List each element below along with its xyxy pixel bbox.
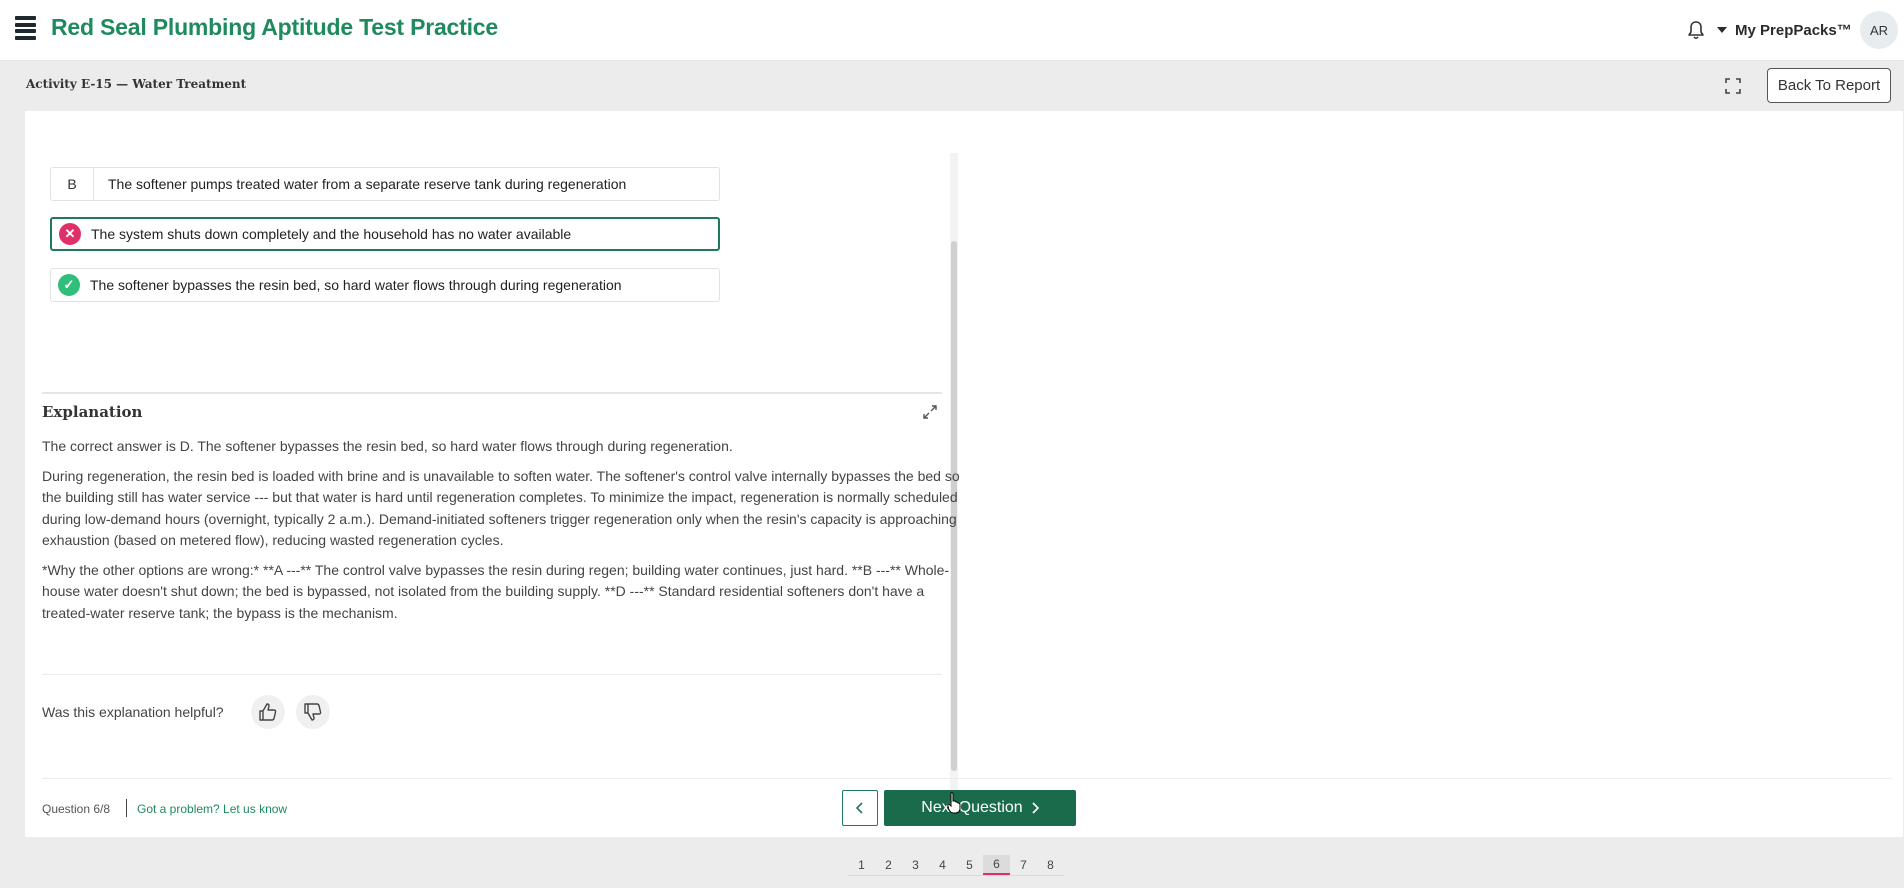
caret-down-icon [1717, 27, 1727, 33]
expand-icon[interactable] [922, 404, 938, 420]
helpful-label: Was this explanation helpful? [42, 704, 224, 720]
activity-title: Activity E-15 — Water Treatment [26, 77, 247, 91]
option-letter: B [51, 168, 94, 200]
page-4[interactable]: 4 [929, 855, 956, 875]
thumbs-down-button[interactable] [296, 695, 330, 729]
option-text: The softener pumps treated water from a … [108, 176, 627, 192]
thumbs-up-button[interactable] [251, 695, 285, 729]
previous-question-button[interactable] [842, 790, 878, 826]
report-problem-link[interactable]: Got a problem? Let us know [137, 802, 287, 816]
avatar[interactable]: AR [1860, 11, 1898, 49]
footer-divider [42, 778, 1892, 779]
option-text: The softener bypasses the resin bed, so … [90, 277, 622, 293]
my-preppacks-label: My PrepPacks™ [1735, 21, 1852, 39]
page-5[interactable]: 5 [956, 855, 983, 875]
question-count: Question 6/8 [42, 802, 111, 816]
page-6-active[interactable]: 6 [983, 855, 1010, 875]
explanation-paragraph: The correct answer is D. The softener by… [42, 438, 733, 454]
thumbs-up-icon [259, 703, 277, 721]
close-icon: ✕ [59, 223, 81, 245]
page-2[interactable]: 2 [875, 855, 902, 875]
explanation-divider [42, 392, 942, 394]
back-to-report-button[interactable]: Back To Report [1767, 68, 1891, 103]
explanation-paragraph: *Why the other options are wrong:* **A -… [42, 561, 950, 621]
hand-cursor-icon [947, 792, 961, 814]
question-card: B The softener pumps treated water from … [25, 111, 1903, 837]
bell-icon[interactable] [1686, 19, 1706, 41]
footer-separator [126, 799, 127, 817]
option-text: The system shuts down completely and the… [91, 226, 572, 242]
top-bar: Red Seal Plumbing Aptitude Test Practice… [0, 0, 1904, 61]
chevron-right-icon [1032, 802, 1039, 814]
option-selected-wrong[interactable]: ✕ The system shuts down completely and t… [50, 217, 720, 251]
explanation-paragraph: During regeneration, the resin bed is lo… [42, 467, 960, 549]
option-correct[interactable]: ✓ The softener bypasses the resin bed, s… [50, 268, 720, 302]
helpful-divider [42, 674, 942, 675]
explanation-title: Explanation [42, 403, 143, 421]
menu-icon[interactable] [15, 16, 36, 40]
option-b[interactable]: B The softener pumps treated water from … [50, 167, 720, 201]
page-7[interactable]: 7 [1010, 855, 1037, 875]
page-1[interactable]: 1 [848, 855, 875, 875]
page-8[interactable]: 8 [1037, 855, 1064, 875]
next-question-label: Next Question [921, 799, 1023, 816]
my-preppacks-menu[interactable]: My PrepPacks™ [1717, 20, 1852, 40]
pagination: 1 2 3 4 5 6 7 8 [848, 855, 1064, 876]
fullscreen-icon[interactable] [1724, 77, 1742, 95]
app-title: Red Seal Plumbing Aptitude Test Practice [51, 14, 498, 40]
check-icon: ✓ [58, 274, 80, 296]
thumbs-down-icon [304, 703, 322, 721]
explanation-body: The correct answer is D. The softener by… [42, 436, 962, 632]
chevron-left-icon [855, 802, 863, 814]
next-question-button[interactable]: Next Question [884, 790, 1076, 826]
page-3[interactable]: 3 [902, 855, 929, 875]
